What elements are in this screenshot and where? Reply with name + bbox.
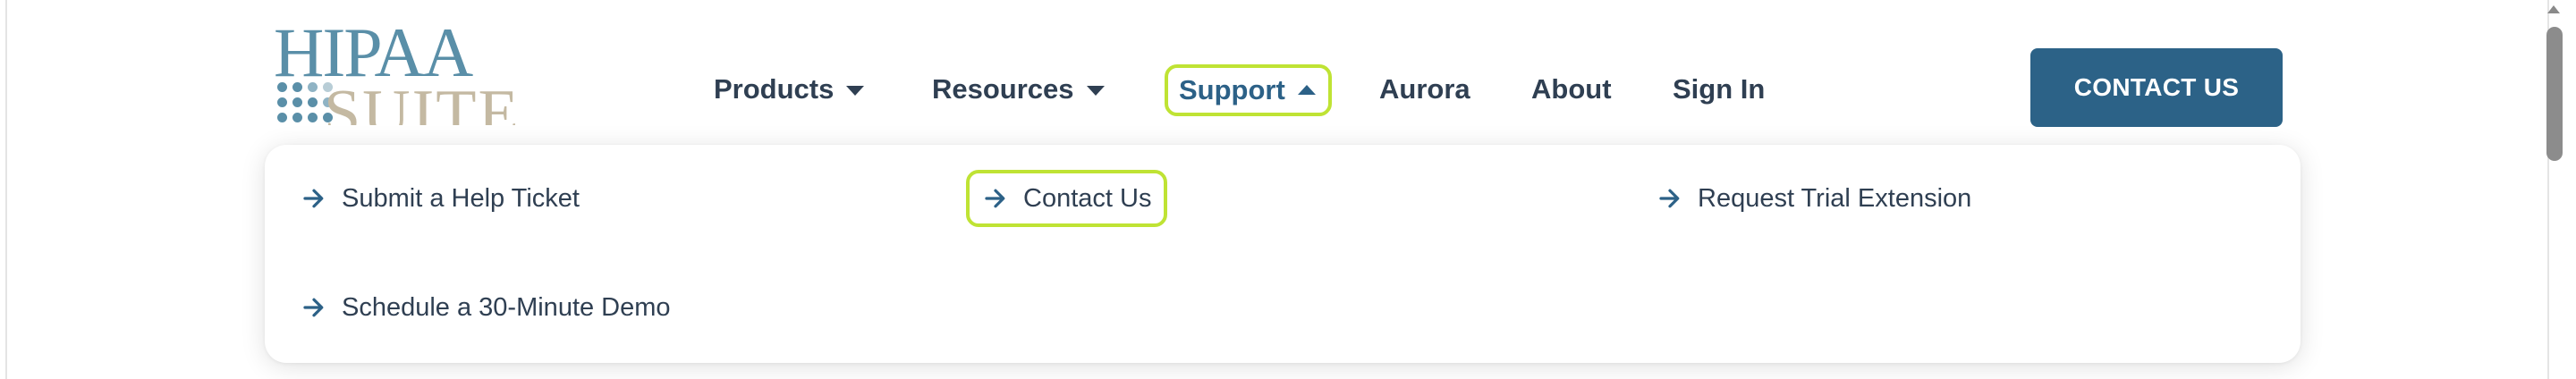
caret-up-icon bbox=[1297, 84, 1316, 95]
scrollbar-thumb[interactable] bbox=[2546, 27, 2563, 161]
logo-wordmark-top: HIPAA bbox=[274, 23, 473, 91]
nav-resources-label: Resources bbox=[932, 73, 1074, 105]
dropdown-link-label: Submit a Help Ticket bbox=[342, 183, 580, 213]
nav-aurora[interactable]: Aurora bbox=[1379, 66, 1470, 113]
browser-viewport: HIPAA SUITE Products Resources Support A… bbox=[5, 0, 2549, 379]
caret-down-icon bbox=[1086, 85, 1105, 96]
nav-sign-in-label: Sign In bbox=[1673, 73, 1766, 105]
nav-about[interactable]: About bbox=[1531, 66, 1612, 113]
scroll-up-arrow-icon[interactable] bbox=[2547, 5, 2560, 13]
caret-down-icon bbox=[846, 85, 865, 96]
dropdown-link-label: Contact Us bbox=[1023, 183, 1152, 213]
support-dropdown-panel: Submit a Help Ticket Contact Us Request … bbox=[265, 145, 2301, 363]
dropdown-link-schedule-demo[interactable]: Schedule a 30-Minute Demo bbox=[301, 281, 671, 334]
nav-resources[interactable]: Resources bbox=[932, 66, 1105, 113]
dropdown-link-submit-help-ticket[interactable]: Submit a Help Ticket bbox=[301, 172, 580, 225]
dropdown-link-request-trial-extension[interactable]: Request Trial Extension bbox=[1657, 172, 1971, 225]
nav-about-label: About bbox=[1531, 73, 1612, 105]
dropdown-link-label: Schedule a 30-Minute Demo bbox=[342, 292, 671, 322]
nav-aurora-label: Aurora bbox=[1379, 73, 1470, 105]
nav-support-label: Support bbox=[1179, 74, 1285, 105]
arrow-right-icon bbox=[985, 189, 1005, 208]
hipaa-suite-logo[interactable]: HIPAA SUITE bbox=[274, 23, 515, 125]
contact-us-button[interactable]: CONTACT US bbox=[2030, 48, 2283, 127]
nav-products-label: Products bbox=[714, 73, 835, 105]
nav-sign-in[interactable]: Sign In bbox=[1673, 66, 1765, 113]
dropdown-link-label: Request Trial Extension bbox=[1698, 183, 1972, 213]
dropdown-link-contact-us[interactable]: Contact Us bbox=[966, 170, 1168, 227]
arrow-right-icon bbox=[303, 189, 324, 208]
nav-support[interactable]: Support bbox=[1165, 64, 1332, 116]
arrow-right-icon bbox=[303, 298, 324, 317]
nav-products[interactable]: Products bbox=[714, 66, 865, 113]
arrow-right-icon bbox=[1659, 189, 1680, 208]
logo-wordmark-bottom: SUITE bbox=[324, 77, 515, 125]
